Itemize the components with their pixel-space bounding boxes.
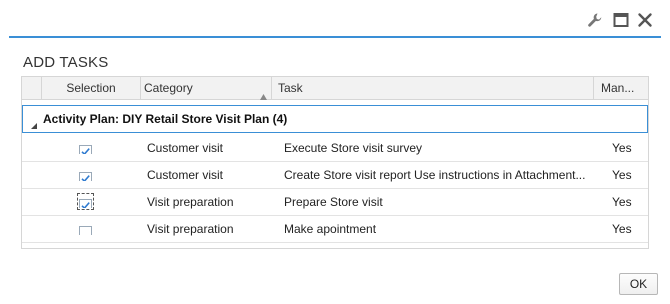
task-cell: Create Store visit report Use instructio… [284,168,586,182]
table-row[interactable]: Visit preparation Make apointment Yes [22,216,648,243]
collapse-arrow-icon[interactable] [31,116,37,129]
column-header-category-label: Category [144,81,193,95]
dialog-titlebar [0,0,670,38]
column-header-task[interactable]: Task [272,77,594,99]
selection-checkbox[interactable] [79,168,92,181]
dialog-title: ADD TASKS [23,54,109,71]
maximize-icon[interactable] [613,12,629,28]
category-cell: Customer visit [147,168,224,182]
sort-ascending-icon [260,85,267,100]
column-header-selection[interactable]: Selection [42,77,141,99]
task-cell: Prepare Store visit [284,195,383,209]
mandatory-cell: Yes [612,168,632,182]
column-header-mandatory[interactable]: Man... [594,77,648,99]
group-label: Activity Plan: DIY Retail Store Visit Pl… [43,112,288,126]
close-icon[interactable] [637,12,653,28]
table-row[interactable]: Customer visit Execute Store visit surve… [22,135,648,162]
table-header: Selection Category Task Man... [22,77,648,100]
selection-checkbox[interactable] [79,222,92,235]
titlebar-divider [9,36,661,38]
group-row-activity-plan[interactable]: Activity Plan: DIY Retail Store Visit Pl… [22,105,648,133]
mandatory-cell: Yes [612,222,632,236]
selection-checkbox[interactable] [79,141,92,154]
mandatory-cell: Yes [612,195,632,209]
mandatory-cell: Yes [612,141,632,155]
task-cell: Make apointment [284,222,377,236]
ok-button[interactable]: OK [619,273,658,295]
category-cell: Visit preparation [147,222,234,236]
tasks-table: Selection Category Task Man... Activity … [21,76,649,249]
table-row[interactable]: Customer visit Create Store visit report… [22,162,648,189]
selection-checkbox[interactable] [77,193,94,210]
table-row[interactable]: Visit preparation Prepare Store visit Ye… [22,189,648,216]
header-spacer [22,77,42,99]
wrench-icon[interactable] [587,12,603,28]
column-header-category[interactable]: Category [141,77,272,100]
task-cell: Execute Store visit survey [284,141,423,155]
category-cell: Visit preparation [147,195,234,209]
category-cell: Customer visit [147,141,224,155]
